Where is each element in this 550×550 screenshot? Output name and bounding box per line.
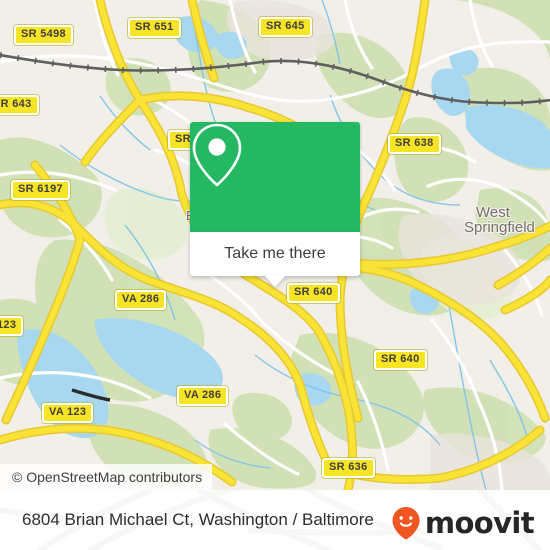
- address-label: 6804 Brian Michael Ct, Washington / Balt…: [22, 510, 374, 529]
- take-me-there-label: Take me there: [224, 245, 326, 262]
- take-me-there-button[interactable]: Take me there: [190, 232, 360, 287]
- road-shield[interactable]: SR 6197: [11, 180, 70, 200]
- popup-header: [190, 122, 360, 232]
- map-attribution[interactable]: © OpenStreetMap contributors: [0, 464, 213, 490]
- moovit-brand[interactable]: moovit: [391, 505, 535, 540]
- road-shield[interactable]: SR 638: [388, 134, 441, 154]
- moovit-pin-icon: [392, 507, 420, 540]
- road-shield[interactable]: VA 123: [42, 403, 94, 423]
- popup-pointer: [264, 275, 286, 287]
- map-pin-icon: [192, 123, 242, 187]
- moovit-wordmark: moovit: [424, 505, 535, 540]
- road-shield[interactable]: SR 640: [287, 283, 340, 303]
- road-shield[interactable]: SR 645: [259, 17, 312, 37]
- road-shield[interactable]: SR 643: [0, 95, 39, 115]
- map-screenshot: SR 5498 SR 651 SR 645 SR 643 SR 6197 SR …: [0, 0, 550, 550]
- place-label-west-springfield: Springfield: [464, 219, 535, 236]
- road-shield[interactable]: SR 5498: [14, 25, 73, 45]
- road-shield[interactable]: SR 651: [128, 18, 181, 38]
- road-shield[interactable]: VA 286: [177, 386, 229, 406]
- location-popup[interactable]: Take me there: [190, 122, 360, 287]
- map-canvas[interactable]: SR 5498 SR 651 SR 645 SR 643 SR 6197 SR …: [0, 0, 550, 490]
- road-shield[interactable]: VA 286: [115, 290, 167, 310]
- footer-bar: 6804 Brian Michael Ct, Washington / Balt…: [0, 490, 550, 550]
- road-shield[interactable]: SR 640: [374, 350, 427, 370]
- road-shield[interactable]: SR 636: [322, 458, 375, 478]
- road-shield[interactable]: 123: [0, 316, 24, 336]
